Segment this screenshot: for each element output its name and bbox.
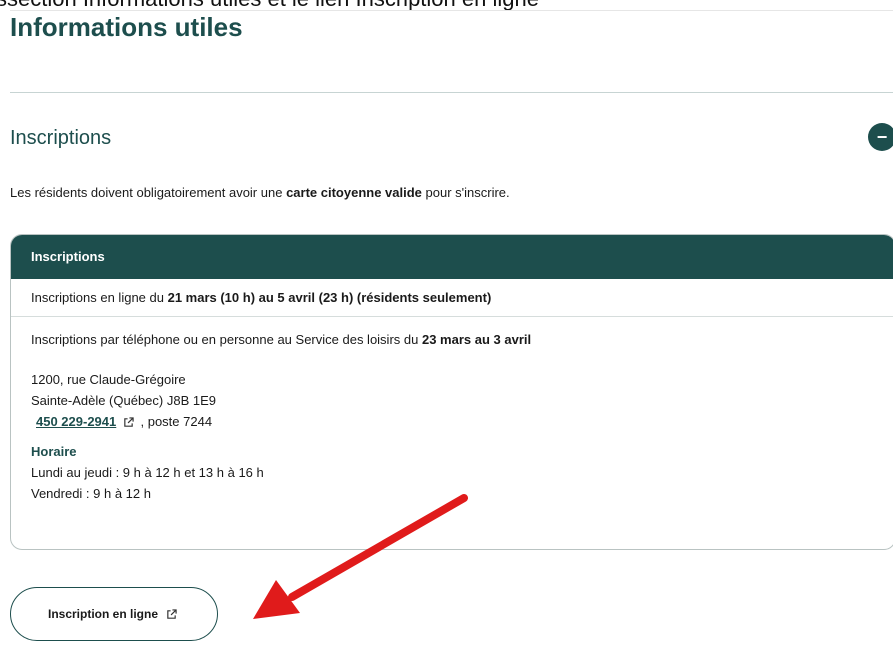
online-registration-button[interactable]: Inscription en ligne xyxy=(10,587,218,641)
table-header: Inscriptions xyxy=(11,235,893,279)
online-row-text: Inscriptions en ligne du xyxy=(31,290,168,305)
external-link-icon xyxy=(167,608,177,619)
phone-row-dates: 23 mars au 3 avril xyxy=(421,332,532,347)
hours-line-2: Vendredi : 9 h à 12 h xyxy=(31,486,151,501)
phone-line: 450 229-2941 , poste 7244 xyxy=(31,411,875,432)
phone-extension: , poste 7244 xyxy=(140,414,213,429)
arrow-head xyxy=(253,580,300,619)
table-row-online: Inscriptions en ligne du 21 mars (10 h) … xyxy=(11,279,893,317)
table-row-phone: Inscriptions par téléphone ou en personn… xyxy=(11,317,893,516)
accordion-title[interactable]: Inscriptions xyxy=(10,127,111,150)
page-title: Informations utiles xyxy=(10,12,243,42)
phone-row-intro: Inscriptions par téléphone ou en personn… xyxy=(31,329,875,350)
phone-link[interactable]: 450 229-2941 xyxy=(36,411,116,432)
intro-text: Les résidents doivent obligatoirement av… xyxy=(10,185,510,200)
intro-text-bold: carte citoyenne valide xyxy=(286,185,422,200)
collapse-toggle-icon[interactable]: − xyxy=(868,123,893,151)
hours-line-1: Lundi au jeudi : 9 h à 12 h et 13 h à 16… xyxy=(31,465,264,480)
phone-row-text: Inscriptions par téléphone ou en personn… xyxy=(31,332,422,347)
online-row-dates: 21 mars (10 h) au 5 avril (23 h) (réside… xyxy=(167,290,492,305)
top-divider xyxy=(10,10,893,11)
external-link-icon xyxy=(124,417,134,427)
registration-info-table: Inscriptions Inscriptions en ligne du 21… xyxy=(10,234,893,550)
section-divider xyxy=(10,92,893,93)
intro-text-start: Les résidents doivent obligatoirement av… xyxy=(10,185,287,200)
hours-title: Horaire xyxy=(31,444,77,459)
online-registration-label: Inscription en ligne xyxy=(47,607,158,621)
address-line-1: 1200, rue Claude-Grégoire xyxy=(31,372,186,387)
address-line-2: Sainte-Adèle (Québec) J8B 1E9 xyxy=(31,393,216,408)
intro-text-end: pour s'inscrire. xyxy=(421,185,510,200)
